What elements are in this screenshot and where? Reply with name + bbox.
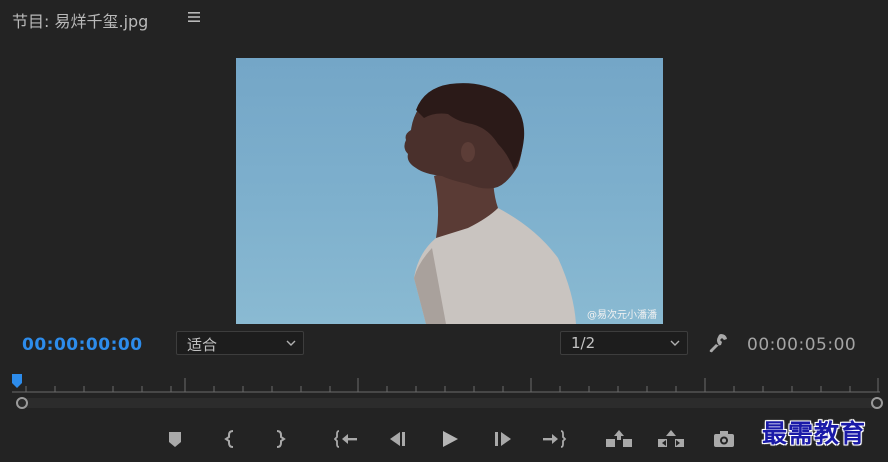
mark-out-button[interactable] <box>270 428 288 450</box>
time-ruler[interactable] <box>12 374 880 394</box>
step-back-button[interactable] <box>387 428 409 450</box>
mark-in-button[interactable] <box>222 428 240 450</box>
chevron-down-icon <box>286 340 296 346</box>
lift-icon <box>606 430 632 447</box>
playhead-marker[interactable] <box>12 374 22 388</box>
play-icon <box>443 431 458 447</box>
lift-button[interactable] <box>604 428 634 450</box>
playback-resolution-value: 1/2 <box>571 334 596 352</box>
duration-timecode: 00:00:05:00 <box>747 335 857 355</box>
chevron-down-icon <box>670 340 680 346</box>
zoom-scroll-bar[interactable] <box>22 398 878 408</box>
go-to-in-button[interactable] <box>334 428 360 450</box>
zoom-level-select[interactable]: 适合 <box>176 331 304 355</box>
playback-resolution-select[interactable]: 1/2 <box>560 331 688 355</box>
extract-icon <box>658 430 684 447</box>
go-to-out-button[interactable] <box>541 428 567 450</box>
program-preview-image[interactable]: @易次元小潘潘 <box>236 58 663 324</box>
step-back-icon <box>390 432 405 446</box>
portrait-silhouette <box>404 83 576 324</box>
wrench-icon[interactable] <box>707 332 729 358</box>
mark-out-icon <box>276 430 286 448</box>
panel-title: 节目: 易烊千玺.jpg <box>12 12 149 31</box>
watermark-text: @易次元小潘潘 <box>587 310 657 321</box>
marker-icon <box>169 432 181 447</box>
add-marker-button[interactable] <box>166 428 184 450</box>
step-forward-button[interactable] <box>492 428 514 450</box>
scroll-handle-left[interactable] <box>16 397 28 409</box>
logo-text: 最需教育 <box>762 419 867 448</box>
go-to-in-icon <box>334 430 357 448</box>
hamburger-menu-icon[interactable] <box>187 9 201 28</box>
export-frame-button[interactable] <box>712 428 736 450</box>
current-timecode[interactable]: 00:00:00:00 <box>22 335 143 355</box>
zoom-level-value: 适合 <box>187 336 218 354</box>
scroll-handle-right[interactable] <box>871 397 883 409</box>
extract-button[interactable] <box>656 428 686 450</box>
camera-icon <box>714 431 734 447</box>
step-forward-icon <box>495 432 511 446</box>
go-to-out-icon <box>543 430 567 448</box>
mark-in-icon <box>224 430 234 448</box>
play-button[interactable] <box>439 428 461 450</box>
